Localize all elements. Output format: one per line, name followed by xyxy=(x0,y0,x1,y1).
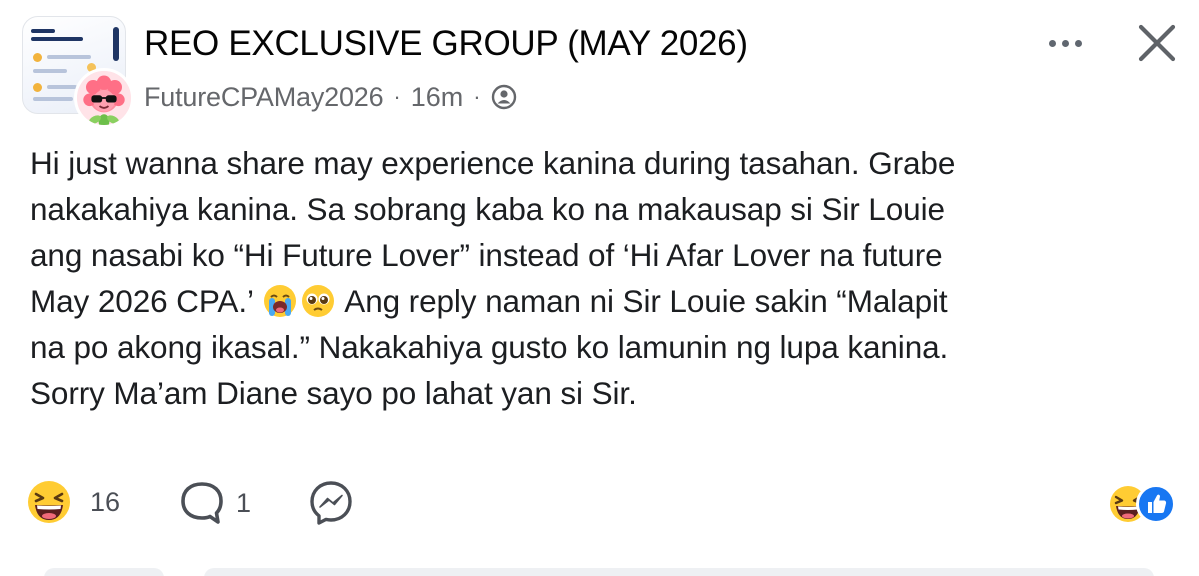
thumbnail-dot xyxy=(33,83,42,92)
grinning-squinting-face-icon xyxy=(28,481,70,523)
thumbnail-line xyxy=(33,69,67,73)
thumbnail-dot xyxy=(33,53,42,62)
thumbnail-line xyxy=(33,97,73,101)
more-options-button[interactable] xyxy=(1040,28,1090,58)
thumbnail-accent-bar xyxy=(113,27,119,61)
messenger-icon[interactable] xyxy=(308,480,354,526)
friends-privacy-icon[interactable] xyxy=(491,84,517,110)
close-icon[interactable] xyxy=(1132,18,1182,68)
post-time[interactable]: 16m xyxy=(411,82,464,113)
post-actions: 16 1 xyxy=(26,478,1176,526)
thumbnail-line xyxy=(31,37,83,41)
comment-icon xyxy=(181,482,223,524)
thumbnail-line xyxy=(47,85,77,89)
comment-count[interactable]: 1 xyxy=(236,488,251,519)
composer-avatar-placeholder xyxy=(44,568,164,576)
comment-button[interactable]: 1 xyxy=(178,480,251,526)
dot xyxy=(1074,39,1082,47)
post-meta: FutureCPAMay2026 · 16m · xyxy=(144,80,517,114)
meta-separator: · xyxy=(473,84,481,109)
loudly-crying-face-icon xyxy=(262,283,298,319)
meta-separator: · xyxy=(393,84,401,109)
author-avatar[interactable] xyxy=(74,68,134,128)
dot xyxy=(1048,39,1056,47)
composer-input-placeholder[interactable] xyxy=(204,568,1154,576)
post-text-line: nakakahiya kanina. Sa sobrang kaba ko na… xyxy=(30,191,945,227)
post-text-segment: May 2026 CPA.’ xyxy=(30,283,253,319)
thumbs-up-icon xyxy=(1148,494,1167,513)
like-reaction-badge xyxy=(1136,484,1176,524)
post-text-line: Hi just wanna share may experience kanin… xyxy=(30,145,956,181)
comment-composer-preview xyxy=(44,568,1154,576)
post-text-line: ang nasabi ko “Hi Future Lover” instead … xyxy=(30,237,943,273)
post-text-line: na po akong ikasal.” Nakakahiya gusto ko… xyxy=(30,329,949,365)
post-text-line-with-emoji: May 2026 CPA.’ Ang reply naman ni Sir Lo… xyxy=(30,278,1170,324)
post-text: Hi just wanna share may experience kanin… xyxy=(30,140,1170,416)
react-button[interactable]: 16 xyxy=(26,478,120,526)
post-text-segment: Ang reply naman ni Sir Louie sakin “Mala… xyxy=(344,283,948,319)
group-name[interactable]: REO EXCLUSIVE GROUP (MAY 2026) xyxy=(144,24,748,64)
post-text-line: Sorry Ma’am Diane sayo po lahat yan si S… xyxy=(30,375,637,411)
flower-sunglasses-avatar-icon xyxy=(77,71,131,125)
thumbnail-line xyxy=(31,29,55,33)
dot xyxy=(1061,39,1069,47)
thumbnail-line xyxy=(47,55,91,59)
reaction-count[interactable]: 16 xyxy=(90,487,120,518)
reactions-summary[interactable] xyxy=(1108,484,1176,524)
author-name[interactable]: FutureCPAMay2026 xyxy=(144,82,384,113)
post-header: REO EXCLUSIVE GROUP (MAY 2026) FutureCPA… xyxy=(22,16,1182,128)
pleading-face-icon xyxy=(300,283,336,319)
